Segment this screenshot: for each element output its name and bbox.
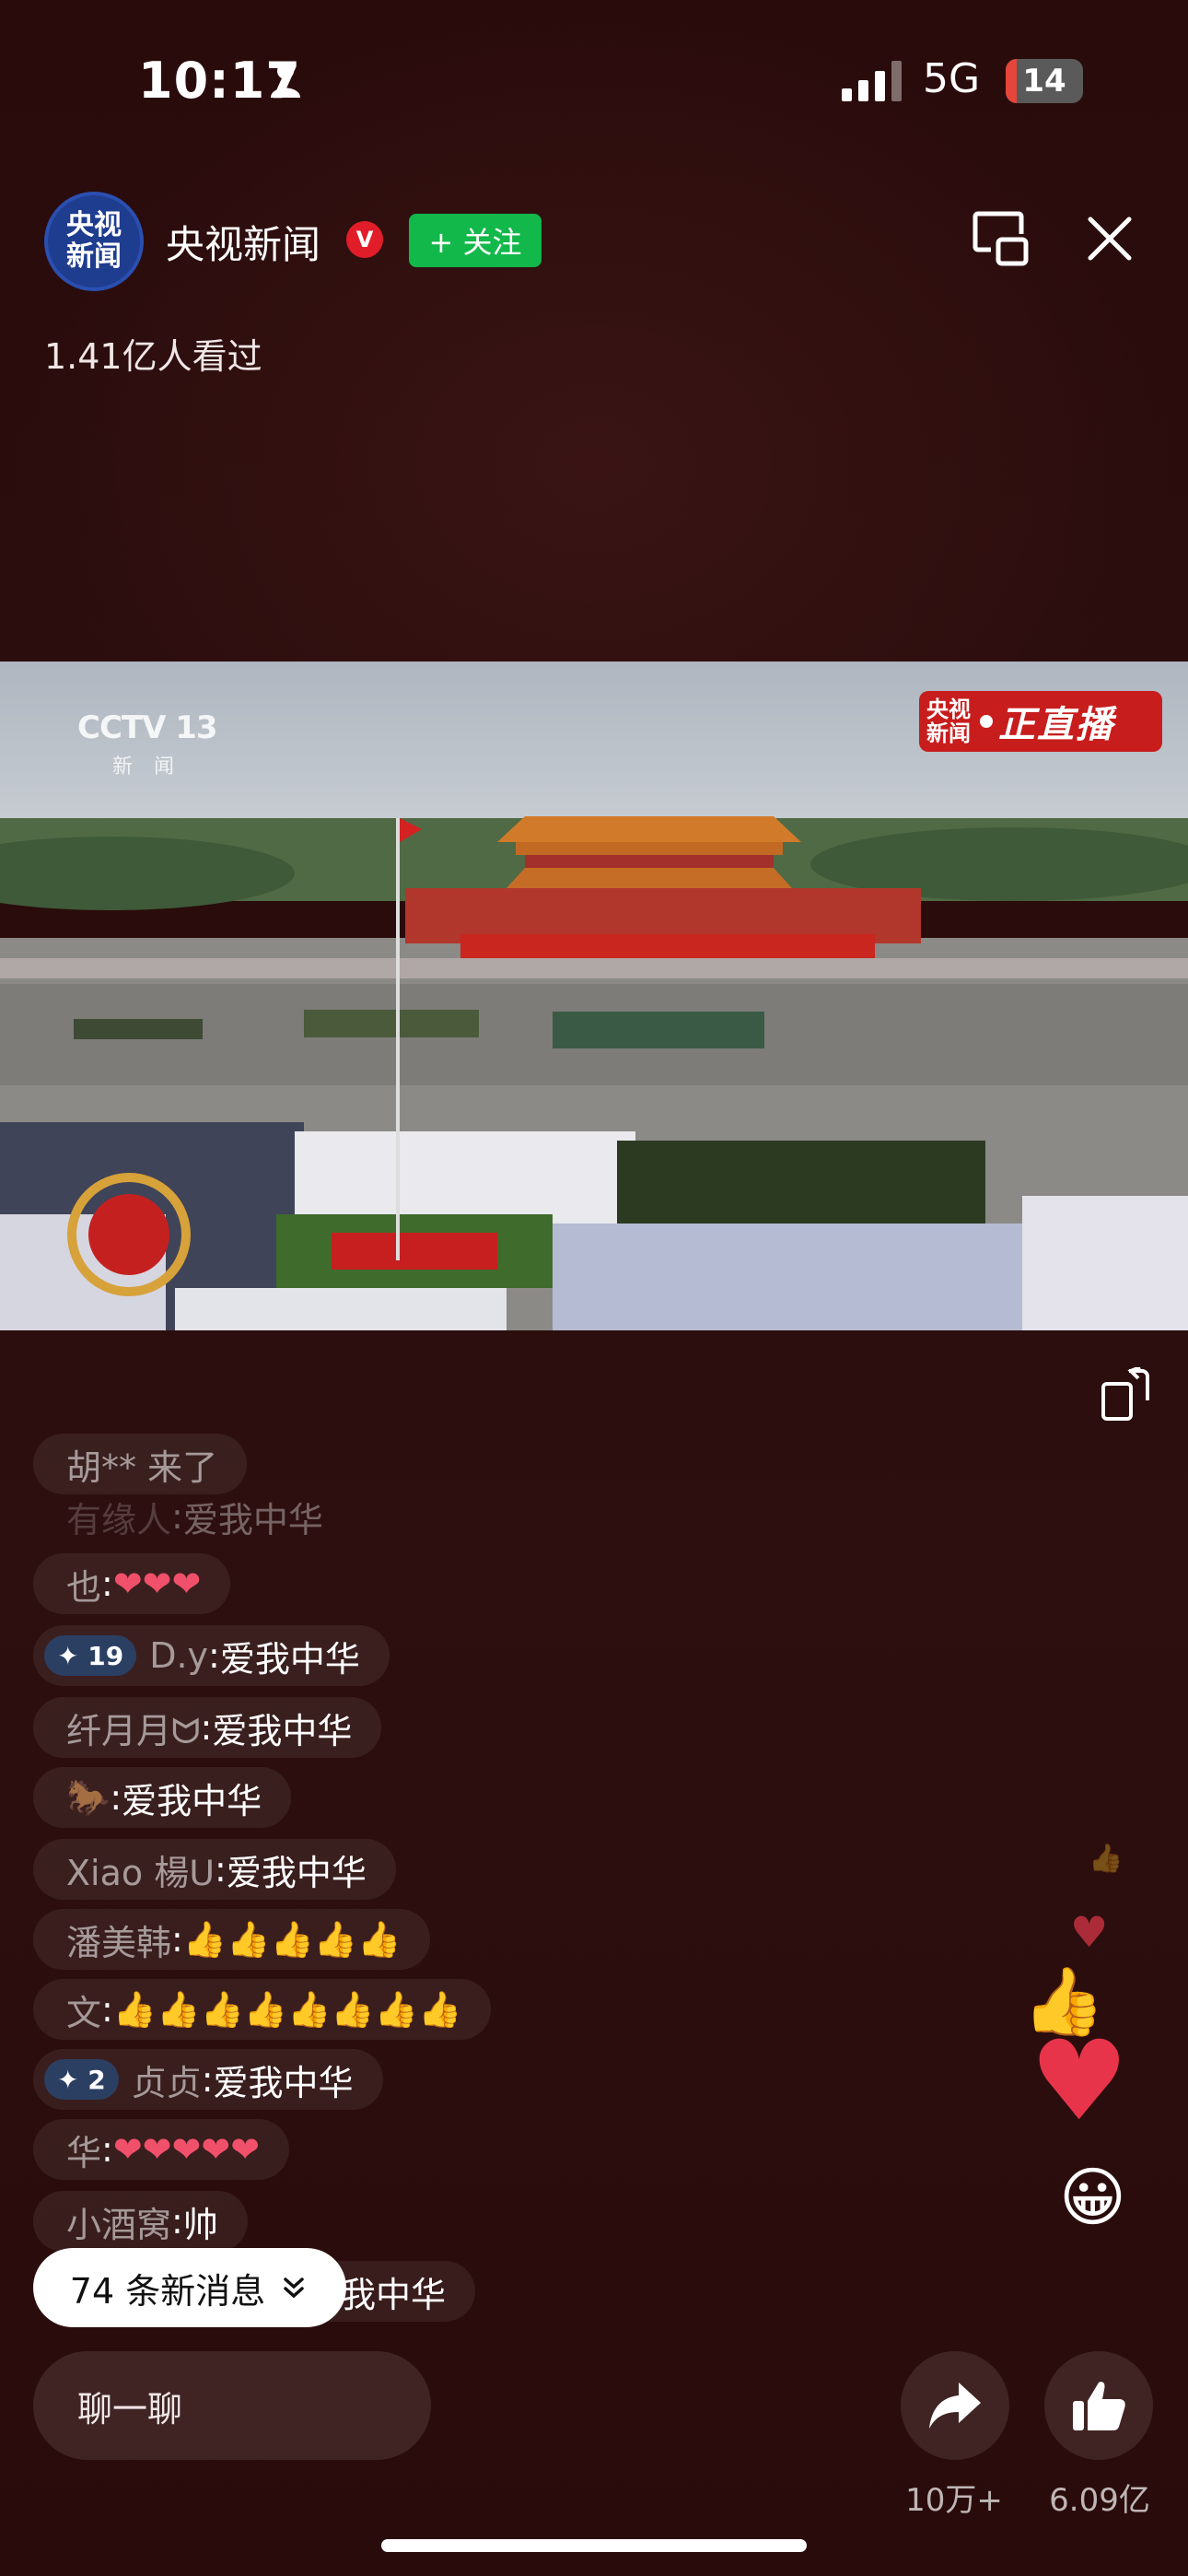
comment-separator: : (171, 1919, 183, 1960)
comment-separator: : (215, 1849, 227, 1890)
live-badge: 央视 新闻 正直播 (919, 691, 1162, 752)
channel-name[interactable]: 央视新闻 (166, 214, 320, 270)
comment-text: 帅 (182, 2204, 218, 2245)
comment-username: 潘美韩 (66, 1922, 172, 1963)
floating-reactions: 👍 ♥ 👍 ♥ 😀 (1022, 1843, 1160, 2248)
comment-text: 👍👍👍👍👍 (182, 1918, 402, 1960)
comment-username: 有缘人 (66, 1499, 172, 1536)
comment-item: 小酒窝: 帅 (33, 2191, 248, 2252)
share-count: 10万+ (905, 2482, 1003, 2519)
live-badge-org-line1: 央视 (926, 697, 971, 722)
comment-username: 华 (66, 2132, 102, 2173)
comment-username: 贞贞 (131, 2062, 202, 2103)
comment-text: 👍👍👍👍👍👍👍👍 (112, 1988, 462, 2030)
rotate-screen-icon[interactable] (1098, 1367, 1153, 1423)
fan-level-badge: ✦ 19 (44, 1635, 137, 1676)
comment-item: ✦ 19 D.y: 爱我中华 (33, 1625, 390, 1686)
comment-text: 爱我中华 (182, 1499, 323, 1536)
picture-in-picture-icon[interactable] (973, 210, 1030, 267)
comment-separator: : (101, 1563, 113, 1604)
chat-input[interactable]: 聊一聊 (33, 2351, 431, 2460)
comment-item: Xiao 楊ᑌ: 爱我中华 (33, 1839, 396, 1900)
battery-tip (1077, 74, 1083, 88)
comment-item: 🐎: 爱我中华 (33, 1767, 292, 1828)
battery-label: 14 (1022, 63, 1066, 100)
live-badge-org: 央视 新闻 (919, 697, 978, 745)
comment-username: 小酒窝 (66, 2204, 172, 2245)
live-label: 正直播 (998, 704, 1114, 746)
like-count: 6.09亿 (1049, 2482, 1150, 2519)
chevron-double-down-icon (284, 2277, 304, 2299)
small-heart-icon: ♥ (1070, 1907, 1109, 1957)
close-icon[interactable] (1085, 214, 1135, 263)
view-count: 1.41亿人看过 (44, 336, 262, 377)
comment-username: 也 (66, 1566, 102, 1608)
comment-item: 文: 👍👍👍👍👍👍👍👍 (33, 1979, 492, 2040)
network-type: 5G (923, 55, 981, 102)
comment-separator: : (101, 2129, 113, 2170)
comment-separator: : (171, 2201, 183, 2242)
comment-item: 有缘人: 爱我中华 (33, 1498, 353, 1535)
live-badge-org-line2: 新闻 (926, 720, 971, 746)
new-messages-button[interactable]: 74 条新消息 (33, 2248, 346, 2327)
avatar-text-line2: 新闻 (66, 240, 122, 273)
comment-item: 潘美韩: 👍👍👍👍👍 (33, 1909, 431, 1970)
cellular-signal-icon (842, 61, 902, 101)
comment-text: 爱我中华 (219, 1638, 360, 1680)
thumbs-up-icon (1073, 2382, 1125, 2430)
comment-text: ❤❤❤ (112, 1563, 202, 1604)
comment-username: 纤月月ᗢ (66, 1710, 201, 1751)
comment-separator: : (200, 1707, 213, 1748)
share-button[interactable] (901, 2351, 1009, 2460)
avatar-text-line1: 央视 (66, 209, 122, 241)
small-thumb-icon: 👍 (1089, 1843, 1124, 1875)
grinning-face-icon: 😀 (1059, 2160, 1126, 2235)
comment-item: 华: ❤❤❤❤❤ (33, 2119, 290, 2180)
home-indicator[interactable] (381, 2539, 807, 2552)
comment-text: 我中华 (341, 2274, 447, 2315)
avatar-text: 央视 新闻 (66, 210, 122, 273)
comment-text: 爱我中华 (226, 1852, 367, 1893)
cctv-watermark-sub: 新 闻 (112, 755, 181, 779)
comment-separator: : (201, 2059, 214, 2100)
comment-text: 爱我中华 (212, 1710, 353, 1751)
cctv-watermark: CCTV 13 (77, 709, 218, 746)
battery-indicator: 14 (1006, 59, 1083, 103)
live-dot (980, 715, 993, 728)
comment-item: ✦ 2 贞贞: 爱我中华 (33, 2049, 383, 2110)
comment-separator: : (110, 1777, 122, 1818)
comment-separator: : (101, 1989, 113, 2030)
comment-username: 🐎 (66, 1776, 111, 1818)
comment-username: 胡** 来了 (66, 1446, 218, 1488)
comment-text: ❤❤❤❤❤ (112, 2129, 261, 2170)
comment-separator: : (171, 1498, 183, 1535)
share-arrow-icon (929, 2383, 981, 2429)
comment-text: 爱我中华 (213, 2062, 354, 2103)
follow-button[interactable]: + 关注 (409, 214, 542, 267)
new-messages-label: 74 条新消息 (69, 2270, 266, 2312)
comment-separator: : (208, 1635, 220, 1676)
comment-username: 文 (66, 1992, 102, 2033)
heart-icon: ♥ (1030, 2018, 1129, 2146)
comment-item: 纤月月ᗢ: 爱我中华 (33, 1697, 382, 1758)
comment-text: 爱我中华 (122, 1780, 262, 1821)
comment-item: 也: ❤❤❤ (33, 1553, 231, 1614)
channel-avatar[interactable]: 央视 新闻 (44, 192, 144, 291)
person-icon (271, 63, 300, 98)
like-button[interactable] (1044, 2351, 1153, 2460)
fan-level-badge: ✦ 2 (44, 2059, 119, 2100)
comment-username: Xiao 楊ᑌ (66, 1852, 215, 1893)
comment-item: 胡** 来了 (33, 1434, 248, 1494)
comment-username: D.y (149, 1635, 209, 1676)
verified-badge: V (346, 221, 383, 258)
